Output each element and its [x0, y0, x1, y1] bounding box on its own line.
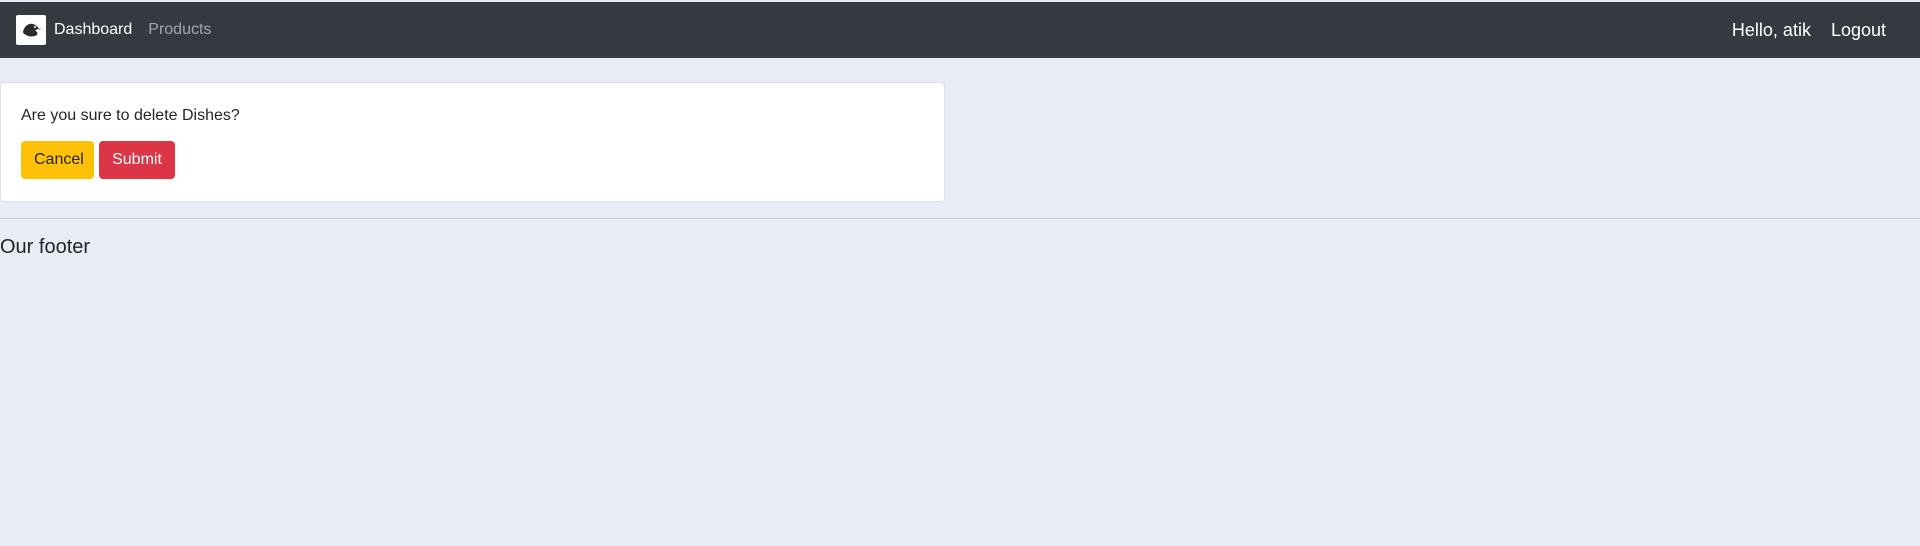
dashboard-link[interactable]: Dashboard: [54, 21, 132, 39]
user-greeting: Hello, atik: [1731, 19, 1811, 40]
delete-confirmation-question: Are you sure to delete Dishes?: [21, 107, 240, 124]
submit-button[interactable]: Submit: [99, 141, 175, 179]
footer-text: Our footer: [0, 236, 91, 258]
products-link[interactable]: Products: [148, 21, 211, 39]
cancel-button[interactable]: Cancel: [21, 141, 94, 179]
bird-logo-svg: [23, 23, 41, 37]
confirmation-actions: Cancel Submit: [21, 141, 924, 179]
delete-confirmation-card: Are you sure to delete Dishes? Cancel Su…: [0, 82, 945, 202]
logout-link[interactable]: Logout: [1831, 20, 1886, 41]
bird-logo-icon[interactable]: [16, 15, 46, 45]
top-navbar: Dashboard Products Hello, atik Logout: [0, 2, 1920, 58]
navbar-user-area: Hello, atik Logout: [1732, 20, 1904, 41]
footer-divider: [0, 218, 1920, 219]
